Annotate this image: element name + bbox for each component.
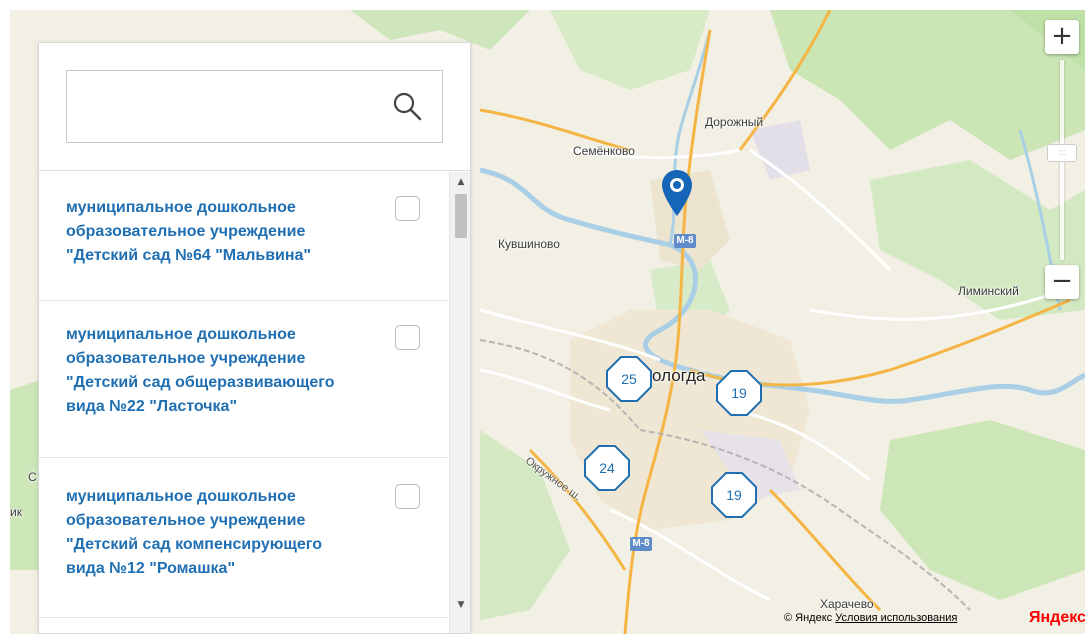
item-title-line: "Детский сад общеразвивающего	[66, 374, 335, 391]
place-label-liminsky: Лиминский	[958, 284, 1019, 298]
place-label-kuvshinovo: Кувшиново	[498, 237, 560, 251]
cluster-count: 25	[621, 371, 637, 387]
item-title-line: "Детский сад №64 "Мальвина"	[66, 247, 312, 264]
place-label-kharachevo: Харачево	[820, 597, 874, 611]
list-item[interactable]: муниципальное дошкольное образовательное…	[39, 458, 449, 618]
item-title-line: муниципальное дошкольное	[66, 326, 296, 343]
scroll-down-arrow-icon[interactable]: ▼	[450, 597, 470, 613]
location-marker-icon[interactable]	[660, 168, 694, 220]
item-title-line: "Детский сад компенсирующего	[66, 536, 323, 553]
zoom-in-button[interactable]: +	[1045, 20, 1079, 54]
list-item[interactable]: муниципальное дошкольное образовательное…	[39, 172, 449, 301]
zoom-slider-thumb[interactable]: :::	[1047, 144, 1077, 162]
yandex-logo[interactable]: Яндекс	[1029, 609, 1085, 627]
results-list[interactable]: муниципальное дошкольное образовательное…	[39, 172, 449, 633]
cluster-marker[interactable]: 25	[605, 355, 653, 403]
map-copyright: © Яндекс Условия использования	[784, 612, 957, 624]
cluster-count: 24	[599, 460, 615, 476]
search-input[interactable]	[67, 71, 387, 142]
item-title-line: муниципальное дошкольное	[66, 199, 296, 216]
zoom-control: + ::: −	[1045, 20, 1085, 299]
item-title-line: образовательное учреждение	[66, 350, 306, 367]
cluster-marker[interactable]: 24	[583, 444, 631, 492]
cluster-marker[interactable]: 19	[710, 471, 758, 519]
zoom-out-button[interactable]: −	[1045, 265, 1079, 299]
item-checkbox[interactable]	[395, 196, 420, 221]
item-title-line: образовательное учреждение	[66, 223, 306, 240]
place-label-vologda: ологда	[652, 366, 706, 385]
highway-shield: М-8	[674, 234, 696, 248]
item-title[interactable]: муниципальное дошкольное образовательное…	[66, 485, 322, 581]
item-title-line: образовательное учреждение	[66, 512, 306, 529]
item-title-line: вида №12 "Ромашка"	[66, 560, 236, 577]
item-title[interactable]: муниципальное дошкольное образовательное…	[66, 323, 334, 419]
search-panel: муниципальное дошкольное образовательное…	[38, 42, 471, 634]
item-title[interactable]: муниципальное дошкольное образовательное…	[66, 196, 311, 268]
scrollbar-thumb[interactable]	[455, 194, 467, 238]
copyright-text: © Яндекс	[784, 612, 833, 624]
search-area	[39, 43, 470, 171]
item-title-line: муниципальное дошкольное	[66, 488, 296, 505]
item-checkbox[interactable]	[395, 325, 420, 350]
cluster-count: 19	[731, 385, 747, 401]
highway-shield: М-8	[630, 537, 652, 551]
zoom-slider-track[interactable]: :::	[1047, 60, 1077, 260]
terms-link[interactable]: Условия использования	[835, 612, 957, 624]
cluster-marker[interactable]: 19	[715, 369, 763, 417]
place-label-edge-ik: ик	[10, 505, 22, 519]
list-scrollbar[interactable]: ▲ ▼	[449, 172, 470, 633]
place-label-semenkovo: Семёнково	[573, 144, 635, 158]
place-label-edge-c: С	[28, 470, 37, 484]
item-title-line: вида №22 "Ласточка"	[66, 398, 238, 415]
cluster-count: 19	[726, 487, 742, 503]
search-field[interactable]	[66, 70, 443, 143]
item-checkbox[interactable]	[395, 484, 420, 509]
place-label-dorozhny: Дорожный	[705, 115, 764, 129]
search-icon[interactable]	[389, 88, 425, 124]
scroll-up-arrow-icon[interactable]: ▲	[450, 174, 470, 190]
list-item[interactable]: муниципальное дошкольное образовательное…	[39, 301, 449, 458]
